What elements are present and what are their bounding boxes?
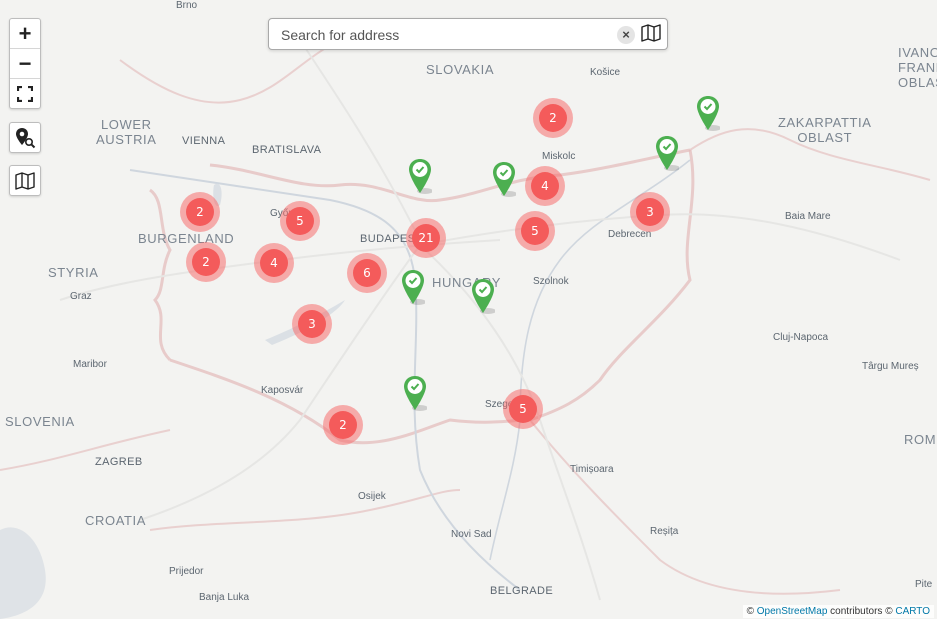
cluster-marker[interactable]: 6 xyxy=(347,253,387,293)
city-label-vienna: VIENNA xyxy=(182,135,226,147)
region-label-zakarpattia: ZAKARPATTIA OBLAST xyxy=(778,115,872,145)
cluster-count: 2 xyxy=(329,411,357,439)
cluster-marker[interactable]: 5 xyxy=(515,211,555,251)
fullscreen-button[interactable] xyxy=(10,78,40,108)
zoom-out-button[interactable]: − xyxy=(10,48,40,78)
address-search-input[interactable] xyxy=(279,23,613,47)
locate-button[interactable] xyxy=(10,123,40,152)
location-marker[interactable] xyxy=(408,157,432,195)
city-label-kaposvar: Kaposvár xyxy=(261,385,304,396)
city-label-kosice: Košice xyxy=(590,67,621,78)
cluster-marker[interactable]: 2 xyxy=(533,98,573,138)
zoom-in-button[interactable]: + xyxy=(10,19,40,48)
region-label-slovakia: SLOVAKIA xyxy=(426,62,495,77)
region-label-ivano: IVANO FRANKIV OBLAS xyxy=(898,45,937,90)
cluster-count: 4 xyxy=(260,249,288,277)
region-label-lower-austria: LOWER AUSTRIA xyxy=(96,117,157,147)
region-label-croatia: CROATIA xyxy=(85,513,147,528)
locate-control xyxy=(9,122,41,153)
cluster-marker[interactable]: 5 xyxy=(503,389,543,429)
cluster-marker[interactable]: 5 xyxy=(280,201,320,241)
location-marker[interactable] xyxy=(471,277,495,315)
cluster-marker[interactable]: 4 xyxy=(525,166,565,206)
cluster-count: 2 xyxy=(539,104,567,132)
cluster-count: 5 xyxy=(286,207,314,235)
cluster-marker[interactable]: 3 xyxy=(630,192,670,232)
attribution-contributors: contributors © xyxy=(830,606,893,617)
city-label-prijedor: Prijedor xyxy=(169,566,204,577)
region-label-slovenia: SLOVENIA xyxy=(5,414,75,429)
city-label-banja-luka: Banja Luka xyxy=(199,592,250,603)
location-marker[interactable] xyxy=(403,374,427,412)
city-label-cluj: Cluj-Napoca xyxy=(773,332,829,343)
cluster-count: 3 xyxy=(636,198,664,226)
city-label-novi-sad: Novi Sad xyxy=(451,529,492,540)
cluster-marker[interactable]: 3 xyxy=(292,304,332,344)
folded-map-icon xyxy=(15,171,35,190)
cluster-count: 2 xyxy=(192,248,220,276)
city-label-zagreb: ZAGREB xyxy=(95,456,143,468)
cluster-count: 5 xyxy=(509,395,537,423)
city-label-bratislava: BRATISLAVA xyxy=(252,144,322,156)
map-layer-control xyxy=(9,165,41,196)
fullscreen-icon xyxy=(17,85,33,102)
zoom-control: + − xyxy=(9,18,41,109)
attribution-copyright: © xyxy=(746,606,754,617)
city-label-belgrade: BELGRADE xyxy=(490,585,554,597)
city-label-pite: Pite xyxy=(915,579,933,590)
city-label-miskolc: Miskolc xyxy=(542,151,576,162)
location-marker[interactable] xyxy=(401,268,425,306)
location-marker[interactable] xyxy=(655,134,679,172)
address-search-bar: × xyxy=(268,18,668,50)
map-layer-button[interactable] xyxy=(10,166,40,195)
city-label-brno: Brno xyxy=(176,0,198,11)
cluster-marker[interactable]: 21 xyxy=(406,218,446,258)
city-label-maribor: Maribor xyxy=(73,359,107,370)
location-marker[interactable] xyxy=(492,160,516,198)
cluster-marker[interactable]: 2 xyxy=(323,405,363,445)
location-marker[interactable] xyxy=(696,94,720,132)
city-label-osijek: Osijek xyxy=(358,491,386,502)
map-attribution: © OpenStreetMap contributors © CARTO xyxy=(742,605,934,618)
cluster-count: 4 xyxy=(531,172,559,200)
region-label-burgenland: BURGENLAND xyxy=(138,231,235,246)
folded-map-icon[interactable] xyxy=(641,24,661,42)
map-pin-search-icon xyxy=(16,127,36,148)
city-label-graz: Graz xyxy=(70,291,92,302)
clear-search-button[interactable]: × xyxy=(617,26,635,44)
cluster-count: 6 xyxy=(353,259,381,287)
cluster-marker[interactable]: 4 xyxy=(254,243,294,283)
city-label-szolnok: Szolnok xyxy=(533,276,569,287)
openstreetmap-link[interactable]: OpenStreetMap xyxy=(757,606,828,617)
cluster-count: 21 xyxy=(412,224,440,252)
city-label-targu-mures: Târgu Mureș xyxy=(862,361,919,372)
carto-link[interactable]: CARTO xyxy=(895,606,930,617)
cluster-marker[interactable]: 2 xyxy=(180,192,220,232)
map-canvas[interactable]: SLOVAKIA LOWER AUSTRIA BURGENLAND STYRIA… xyxy=(0,0,937,619)
city-label-timisoara: Timișoara xyxy=(570,464,614,475)
region-label-styria: STYRIA xyxy=(48,265,99,280)
city-label-resita: Reșița xyxy=(650,526,679,537)
cluster-count: 3 xyxy=(298,310,326,338)
city-label-baia-mare: Baia Mare xyxy=(785,211,831,222)
region-label-rom: ROM xyxy=(904,432,937,447)
cluster-count: 2 xyxy=(186,198,214,226)
cluster-marker[interactable]: 2 xyxy=(186,242,226,282)
cluster-count: 5 xyxy=(521,217,549,245)
